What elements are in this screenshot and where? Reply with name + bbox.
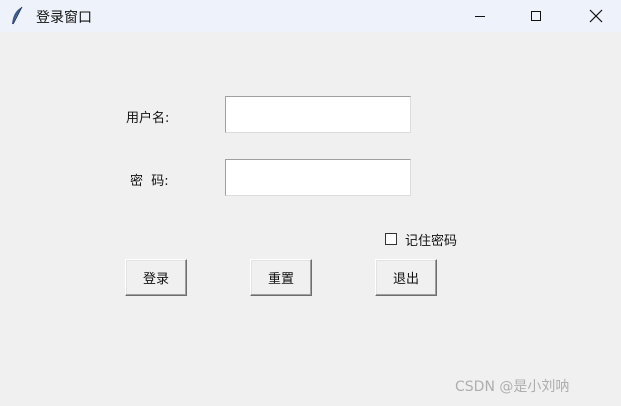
reset-button[interactable]: 重置 [250, 259, 312, 296]
maximize-icon [531, 11, 541, 21]
checkbox-box[interactable] [385, 233, 397, 245]
minimize-icon [475, 16, 485, 17]
password-label: 密 码: [130, 174, 169, 189]
username-label: 用户名: [126, 111, 170, 126]
csdn-watermark: CSDN @是小刘呐 [455, 379, 570, 395]
close-icon [589, 9, 603, 23]
remember-password-checkbox[interactable]: 记住密码 [385, 231, 458, 249]
title-bar[interactable]: 登录窗口 [0, 0, 621, 32]
exit-button[interactable]: 退出 [375, 259, 437, 296]
username-input[interactable] [225, 96, 411, 133]
maximize-button[interactable] [513, 0, 559, 32]
minimize-button[interactable] [457, 0, 503, 32]
remember-password-label: 记住密码 [405, 233, 458, 249]
login-button[interactable]: 登录 [125, 259, 187, 296]
password-input[interactable] [225, 159, 411, 196]
feather-icon [10, 6, 24, 26]
close-button[interactable] [573, 0, 619, 32]
window-title: 登录窗口 [36, 10, 92, 26]
